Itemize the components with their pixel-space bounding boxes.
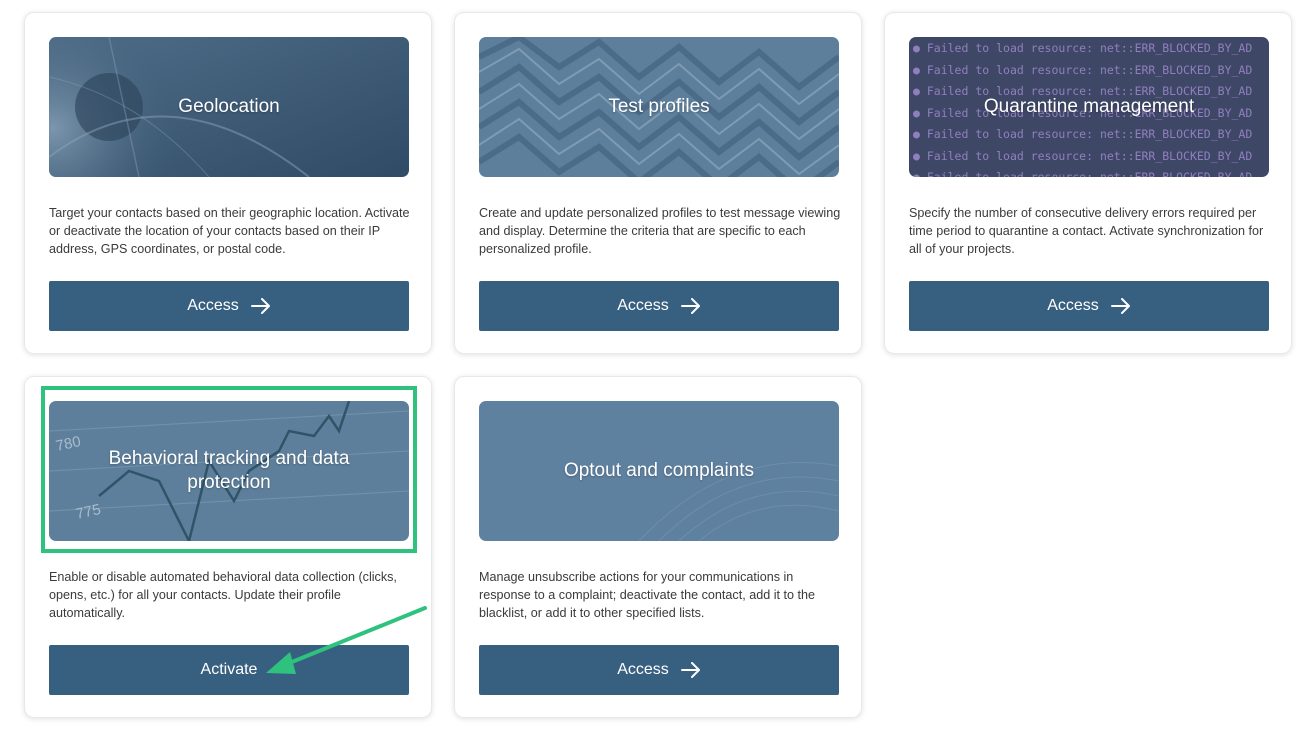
card-description: Target your contacts based on their geog… (49, 206, 410, 256)
access-button[interactable]: Access (479, 281, 839, 331)
banner-optout: Optout and complaints (479, 401, 839, 541)
settings-grid: Geolocation Target your contacts based o… (0, 0, 1298, 739)
button-label: Access (617, 661, 669, 678)
access-button[interactable]: Access (49, 281, 409, 331)
console-line: ● Failed to load resource: net::ERR_BLOC… (913, 127, 1253, 141)
button-label: Access (187, 297, 239, 314)
activate-button[interactable]: Activate (49, 645, 409, 695)
card-description: Enable or disable automated behavioral d… (49, 570, 397, 620)
card-title: Geolocation (178, 96, 280, 117)
arrow-right-icon (1110, 298, 1131, 314)
arrow-right-icon (680, 298, 701, 314)
banner-geolocation: Geolocation (49, 37, 409, 177)
button-label: Access (1047, 297, 1099, 314)
banner-test-profiles: Test profiles (479, 37, 839, 177)
arrow-right-icon (680, 662, 701, 678)
console-line: ● Failed to load resource: net::ERR_BLOC… (913, 62, 1253, 77)
access-button[interactable]: Access (909, 281, 1269, 331)
console-line: ● Failed to load resource: net::ERR_BLOC… (913, 170, 1253, 177)
card-description: Specify the number of consecutive delive… (909, 206, 1264, 256)
card-optout-complaints: Optout and complaints Manage unsubscribe… (454, 376, 862, 718)
card-geolocation: Geolocation Target your contacts based o… (24, 12, 432, 354)
console-line: ● Failed to load resource: net::ERR_BLOC… (913, 41, 1253, 55)
access-button[interactable]: Access (479, 645, 839, 695)
button-label: Access (617, 297, 669, 314)
button-label: Activate (200, 661, 258, 678)
card-title: Quarantine management (983, 96, 1195, 117)
card-test-profiles: Test profiles Create and update personal… (454, 12, 862, 354)
banner-quarantine: ● Failed to load resource: net::ERR_BLOC… (909, 37, 1269, 177)
banner-behavioral-tracking: 780 775 Behavioral tracking and data pro… (49, 401, 409, 541)
console-line: ● Failed to load resource: net::ERR_BLOC… (913, 148, 1253, 163)
card-behavioral-tracking: 780 775 Behavioral tracking and data pro… (24, 376, 432, 718)
arrow-right-icon (250, 298, 271, 314)
card-description: Create and update personalized profiles … (479, 206, 841, 256)
card-description: Manage unsubscribe actions for your comm… (479, 570, 816, 620)
card-title: Behavioral tracking and data protection (108, 448, 350, 493)
card-title: Test profiles (608, 96, 710, 117)
card-title: Optout and complaints (563, 460, 755, 481)
card-quarantine-management: ● Failed to load resource: net::ERR_BLOC… (884, 12, 1292, 354)
